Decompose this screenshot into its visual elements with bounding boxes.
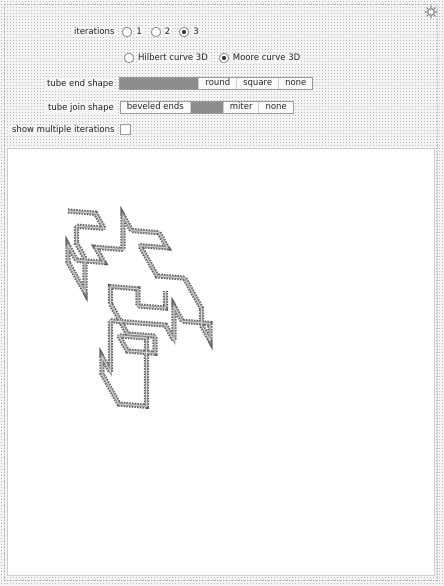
curve-tube-highlight [67, 210, 211, 407]
iterations-label: iterations [72, 27, 117, 37]
tube-join-option-beveled[interactable]: beveled ends [121, 102, 191, 113]
curve-3d-view[interactable] [7, 148, 435, 576]
iterations-option-2[interactable]: 2 [150, 27, 172, 37]
show-multiple-label: show multiple iterations [10, 124, 117, 135]
tube-end-option-none[interactable]: none [279, 78, 312, 89]
tube-end-shape-label: tube end shape [45, 78, 116, 89]
iterations-row: iterations 1 2 3 [72, 27, 208, 37]
iterations-option-3[interactable]: 3 [179, 27, 200, 37]
tube-end-shape-row: tube end shape round square none [45, 77, 314, 90]
tube-join-option-selected[interactable] [190, 102, 224, 113]
show-multiple-row: show multiple iterations [10, 124, 132, 135]
moore-curve-graphic[interactable] [8, 149, 434, 575]
iterations-option-1[interactable]: 1 [122, 27, 143, 37]
radio-icon[interactable] [122, 27, 133, 37]
radio-icon[interactable] [150, 27, 161, 37]
tube-end-option-square[interactable]: square [237, 78, 280, 89]
tube-join-option-none[interactable]: none [259, 102, 292, 113]
tube-join-shape-selector[interactable]: beveled ends miter none [119, 101, 294, 114]
moore-curve-option[interactable]: Moore curve 3D [218, 53, 302, 63]
hilbert-curve-option[interactable]: Hilbert curve 3D [124, 53, 209, 63]
radio-selected-icon[interactable] [218, 53, 229, 63]
show-multiple-checkbox[interactable] [120, 124, 132, 135]
radio-icon[interactable] [124, 53, 134, 63]
radio-selected-icon[interactable] [179, 27, 190, 37]
tube-join-shape-row: tube join shape beveled ends miter none [46, 101, 294, 114]
gear-icon[interactable] [424, 5, 438, 19]
curve-tube-outline [65, 205, 213, 410]
curve-type-row: Hilbert curve 3D Moore curve 3D [124, 53, 309, 63]
tube-end-shape-selector[interactable]: round square none [119, 77, 314, 90]
curve-tube [66, 209, 212, 408]
tube-join-option-miter[interactable]: miter [224, 102, 260, 113]
tube-end-option-round[interactable]: round [199, 78, 238, 89]
tube-end-option-selected[interactable] [120, 78, 200, 89]
tube-join-shape-label: tube join shape [46, 102, 116, 113]
